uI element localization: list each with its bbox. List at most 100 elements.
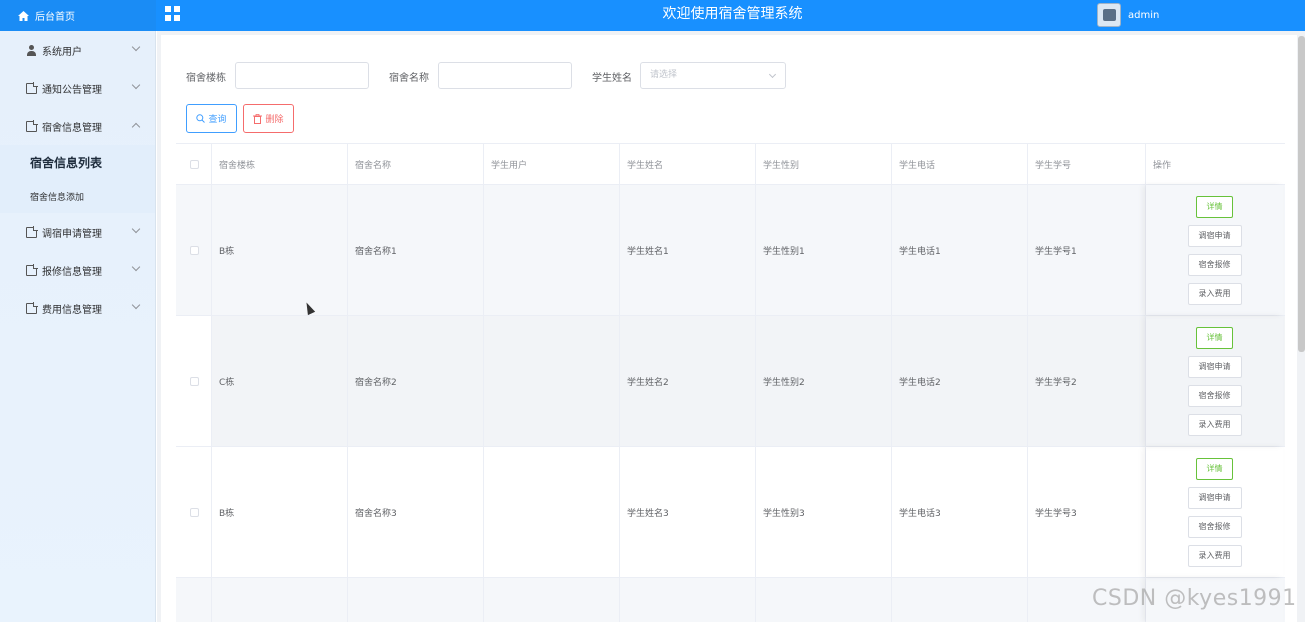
cell-gender: 学生性别3 (756, 447, 892, 577)
transfer-button[interactable]: 调宿申请 (1187, 486, 1242, 509)
sidebar-item-label: 宿舍信息管理 (42, 122, 102, 134)
dorm-name-input[interactable] (438, 62, 572, 89)
col-header: 学生电话 (892, 144, 1028, 184)
query-button[interactable]: 查询 (186, 104, 237, 133)
query-label: 查询 (208, 115, 227, 125)
username: admin (1128, 9, 1160, 21)
chevron-down-icon (131, 224, 141, 234)
cell-phone: 学生电话2 (892, 316, 1028, 446)
sidebar-item-dorm-info[interactable]: 宿舍信息管理 (0, 107, 155, 145)
sidebar-item-notice[interactable]: 通知公告管理 (0, 69, 155, 107)
cell-building: B栋 (212, 447, 348, 577)
col-header: 学生学号 (1028, 144, 1146, 184)
doc-icon (26, 263, 38, 276)
fee-button[interactable]: 录入费用 (1187, 282, 1242, 305)
cell-student-name: 学生姓名3 (620, 447, 756, 577)
delete-button[interactable]: 删除 (243, 104, 294, 133)
avatar[interactable] (1097, 3, 1121, 27)
sidebar-subitem-dorm-add[interactable]: 宿舍信息添加 (0, 179, 155, 213)
sidebar-item-label: 通知公告管理 (42, 84, 102, 96)
doc-icon (26, 81, 38, 94)
cell-building: C栋 (212, 316, 348, 446)
row-select-cell (176, 316, 212, 446)
cell-actions: 详情 调宿申请 宿舍报修 录入费用 (1146, 316, 1283, 446)
student-name-label: 学生姓名 (592, 73, 632, 84)
user-menu[interactable]: admin (1097, 3, 1159, 27)
sidebar-subitem-dorm-list[interactable]: 宿舍信息列表 (0, 145, 155, 179)
cell-actions: 详情 调宿申请 宿舍报修 录入费用 (1146, 447, 1283, 577)
col-header: 学生姓名 (620, 144, 756, 184)
building-input[interactable] (235, 62, 369, 89)
transfer-button[interactable]: 调宿申请 (1187, 224, 1242, 247)
sidebar-item-system-users[interactable]: 系统用户 (0, 31, 155, 69)
repair-button[interactable]: 宿舍报修 (1187, 515, 1242, 538)
chevron-down-icon (131, 262, 141, 272)
repair-button[interactable]: 宿舍报修 (1187, 253, 1242, 276)
sidebar-item-fees[interactable]: 费用信息管理 (0, 289, 155, 327)
cell-building: B栋 (212, 185, 348, 315)
table-row: B栋 宿舍名称1 学生姓名1 学生性别1 学生电话1 学生学号1 详情 调宿申请… (176, 185, 1285, 316)
table-row: B栋 宿舍名称3 学生姓名3 学生性别3 学生电话3 学生学号3 详情 调宿申请… (176, 447, 1285, 578)
cell-gender: 学生性别1 (756, 185, 892, 315)
transfer-button[interactable]: 调宿申请 (1187, 355, 1242, 378)
detail-button[interactable]: 详情 (1196, 195, 1233, 218)
cell-student-name: 学生姓名1 (620, 185, 756, 315)
cell-student-id: 学生学号3 (1028, 447, 1146, 577)
trash-icon (253, 113, 263, 124)
row-checkbox[interactable] (190, 376, 199, 386)
select-placeholder: 请选择 (650, 70, 678, 80)
col-header: 宿舍名称 (348, 144, 484, 184)
table-row: C栋 宿舍名称2 学生姓名2 学生性别2 学生电话2 学生学号2 详情 调宿申请… (176, 316, 1285, 447)
fee-button[interactable]: 录入费用 (1187, 413, 1242, 436)
table-header: 宿舍楼栋 宿舍名称 学生用户 学生姓名 学生性别 学生电话 学生学号 操作 (176, 144, 1285, 185)
dorm-table: 宿舍楼栋 宿舍名称 学生用户 学生姓名 学生性别 学生电话 学生学号 操作 B栋… (176, 143, 1285, 622)
cell-student-user (484, 447, 620, 577)
cell-actions: 详情 调宿申请 宿舍报修 录入费用 (1146, 185, 1283, 315)
chevron-up-icon (131, 122, 141, 132)
cell-dorm-name: 宿舍名称3 (348, 447, 484, 577)
scrollbar[interactable] (1298, 36, 1305, 352)
detail-button[interactable]: 详情 (1196, 326, 1233, 349)
user-icon (26, 44, 37, 56)
cell-dorm-name (348, 578, 484, 622)
repair-button[interactable]: 宿舍报修 (1187, 384, 1242, 407)
watermark: CSDN @kyes1991 (1092, 586, 1297, 611)
sidebar-item-label: 报修信息管理 (42, 266, 102, 278)
chevron-down-icon (131, 80, 141, 90)
cell-dorm-name: 宿舍名称2 (348, 316, 484, 446)
fee-button[interactable]: 录入费用 (1187, 544, 1242, 567)
col-header: 宿舍楼栋 (212, 144, 348, 184)
row-select-cell (176, 447, 212, 577)
chevron-down-icon (131, 300, 141, 310)
cell-student-user (484, 316, 620, 446)
detail-button[interactable]: 详情 (1196, 457, 1233, 480)
delete-label: 删除 (265, 115, 284, 125)
student-name-select[interactable]: 请选择 (640, 62, 786, 89)
cell-dorm-name: 宿舍名称1 (348, 185, 484, 315)
row-select-cell (176, 578, 212, 622)
row-checkbox[interactable] (190, 245, 199, 255)
sidebar-item-label: 调宿申请管理 (42, 228, 102, 240)
cell-phone: 学生电话1 (892, 185, 1028, 315)
chevron-down-icon (131, 42, 141, 52)
dorm-name-label: 宿舍名称 (389, 73, 429, 84)
sidebar-item-label: 费用信息管理 (42, 304, 102, 316)
doc-icon (26, 225, 38, 238)
cell-phone (892, 578, 1028, 622)
cell-gender (756, 578, 892, 622)
select-all-checkbox[interactable] (190, 159, 199, 169)
col-header: 学生性别 (756, 144, 892, 184)
cell-student-id: 学生学号1 (1028, 185, 1146, 315)
submenu: 宿舍信息列表 宿舍信息添加 (0, 145, 155, 213)
top-bar: 后台首页 欢迎使用宿舍管理系统 admin (0, 0, 1305, 31)
doc-icon (26, 301, 38, 314)
select-all-cell (176, 144, 212, 184)
sidebar-item-transfer[interactable]: 调宿申请管理 (0, 213, 155, 251)
row-checkbox[interactable] (190, 507, 199, 517)
building-label: 宿舍楼栋 (186, 73, 226, 84)
sidebar-item-repair[interactable]: 报修信息管理 (0, 251, 155, 289)
cell-building (212, 578, 348, 622)
sidebar-item-label: 系统用户 (42, 46, 82, 58)
col-header-actions: 操作 (1153, 160, 1172, 171)
cell-student-id: 学生学号2 (1028, 316, 1146, 446)
